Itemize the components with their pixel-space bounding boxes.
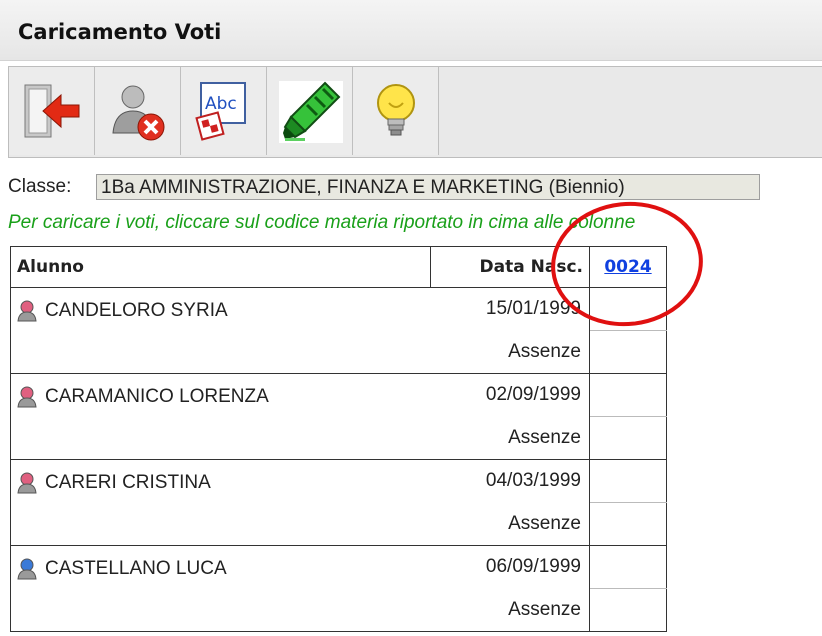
student-row: CARAMANICO LORENZA 02/09/1999: [10, 373, 667, 460]
exit-button[interactable]: [9, 67, 95, 155]
grade-cell[interactable]: [589, 287, 667, 331]
spellcheck-icon: Abc: [195, 82, 246, 141]
table-header-row: Alunno Data Nasc. 0024: [10, 246, 667, 288]
instruction-hint: Per caricare i voti, cliccare sul codice…: [8, 212, 636, 233]
female-student-icon: [17, 472, 37, 494]
student-rows: CANDELORO SYRIA 15/01/1999 Assenze CARAMANI…: [10, 287, 667, 632]
birth-date: 15/01/1999: [430, 287, 590, 331]
student-cell: CASTELLANO LUCA: [10, 545, 431, 632]
grade-cell[interactable]: [589, 459, 667, 503]
student-name: CARERI CRISTINA: [45, 472, 211, 493]
absence-label: Assenze: [430, 502, 590, 546]
spellcheck-button[interactable]: Abc: [181, 67, 267, 155]
delete-user-icon: [112, 85, 165, 141]
svg-text:Abc: Abc: [205, 94, 237, 114]
student-name: CANDELORO SYRIA: [45, 300, 228, 321]
student-cell: CARERI CRISTINA: [10, 459, 431, 546]
absence-cell[interactable]: [589, 502, 667, 546]
window-title: Caricamento Voti: [18, 20, 222, 44]
header-birth-date: Data Nasc.: [430, 246, 590, 288]
grade-cell[interactable]: [589, 545, 667, 589]
header-student: Alunno: [10, 246, 431, 288]
student-cell: CARAMANICO LORENZA: [10, 373, 431, 460]
class-label: Classe:: [8, 176, 72, 197]
exit-door-icon: [24, 84, 80, 138]
toolbar: Abc: [8, 66, 822, 158]
help-button[interactable]: [353, 67, 439, 155]
student-cell: CANDELORO SYRIA: [10, 287, 431, 374]
student-row: CASTELLANO LUCA 06/09/1999: [10, 545, 667, 632]
absence-label: Assenze: [430, 588, 590, 632]
absence-cell[interactable]: [589, 588, 667, 632]
highlighter-icon: [279, 81, 343, 143]
class-field: 1Ba AMMINISTRAZIONE, FINANZA E MARKETING…: [96, 174, 760, 200]
subject-code-link[interactable]: 0024: [604, 257, 651, 277]
student-name: CARAMANICO LORENZA: [45, 386, 269, 407]
student-name: CASTELLANO LUCA: [45, 558, 227, 579]
student-row: CANDELORO SYRIA 15/01/1999: [10, 287, 667, 374]
student-row: CARERI CRISTINA 04/03/1999: [10, 459, 667, 546]
female-student-icon: [17, 300, 37, 322]
birth-date: 06/09/1999: [430, 545, 590, 589]
male-student-icon: [17, 558, 37, 580]
absence-cell[interactable]: [589, 416, 667, 460]
grade-cell[interactable]: [589, 373, 667, 417]
female-student-icon: [17, 386, 37, 408]
header-subject: 0024: [589, 246, 667, 288]
grades-table: Alunno Data Nasc. 0024 CANDELORO SYRIA 15…: [10, 246, 667, 632]
absence-label: Assenze: [430, 416, 590, 460]
birth-date: 04/03/1999: [430, 459, 590, 503]
delete-student-button[interactable]: [95, 67, 181, 155]
lightbulb-icon: [377, 84, 415, 136]
highlighter-button[interactable]: [267, 67, 353, 155]
absence-cell[interactable]: [589, 330, 667, 374]
title-bar: Caricamento Voti: [0, 0, 822, 61]
absence-label: Assenze: [430, 330, 590, 374]
class-row: Classe: 1Ba AMMINISTRAZIONE, FINANZA E M…: [8, 172, 822, 202]
birth-date: 02/09/1999: [430, 373, 590, 417]
